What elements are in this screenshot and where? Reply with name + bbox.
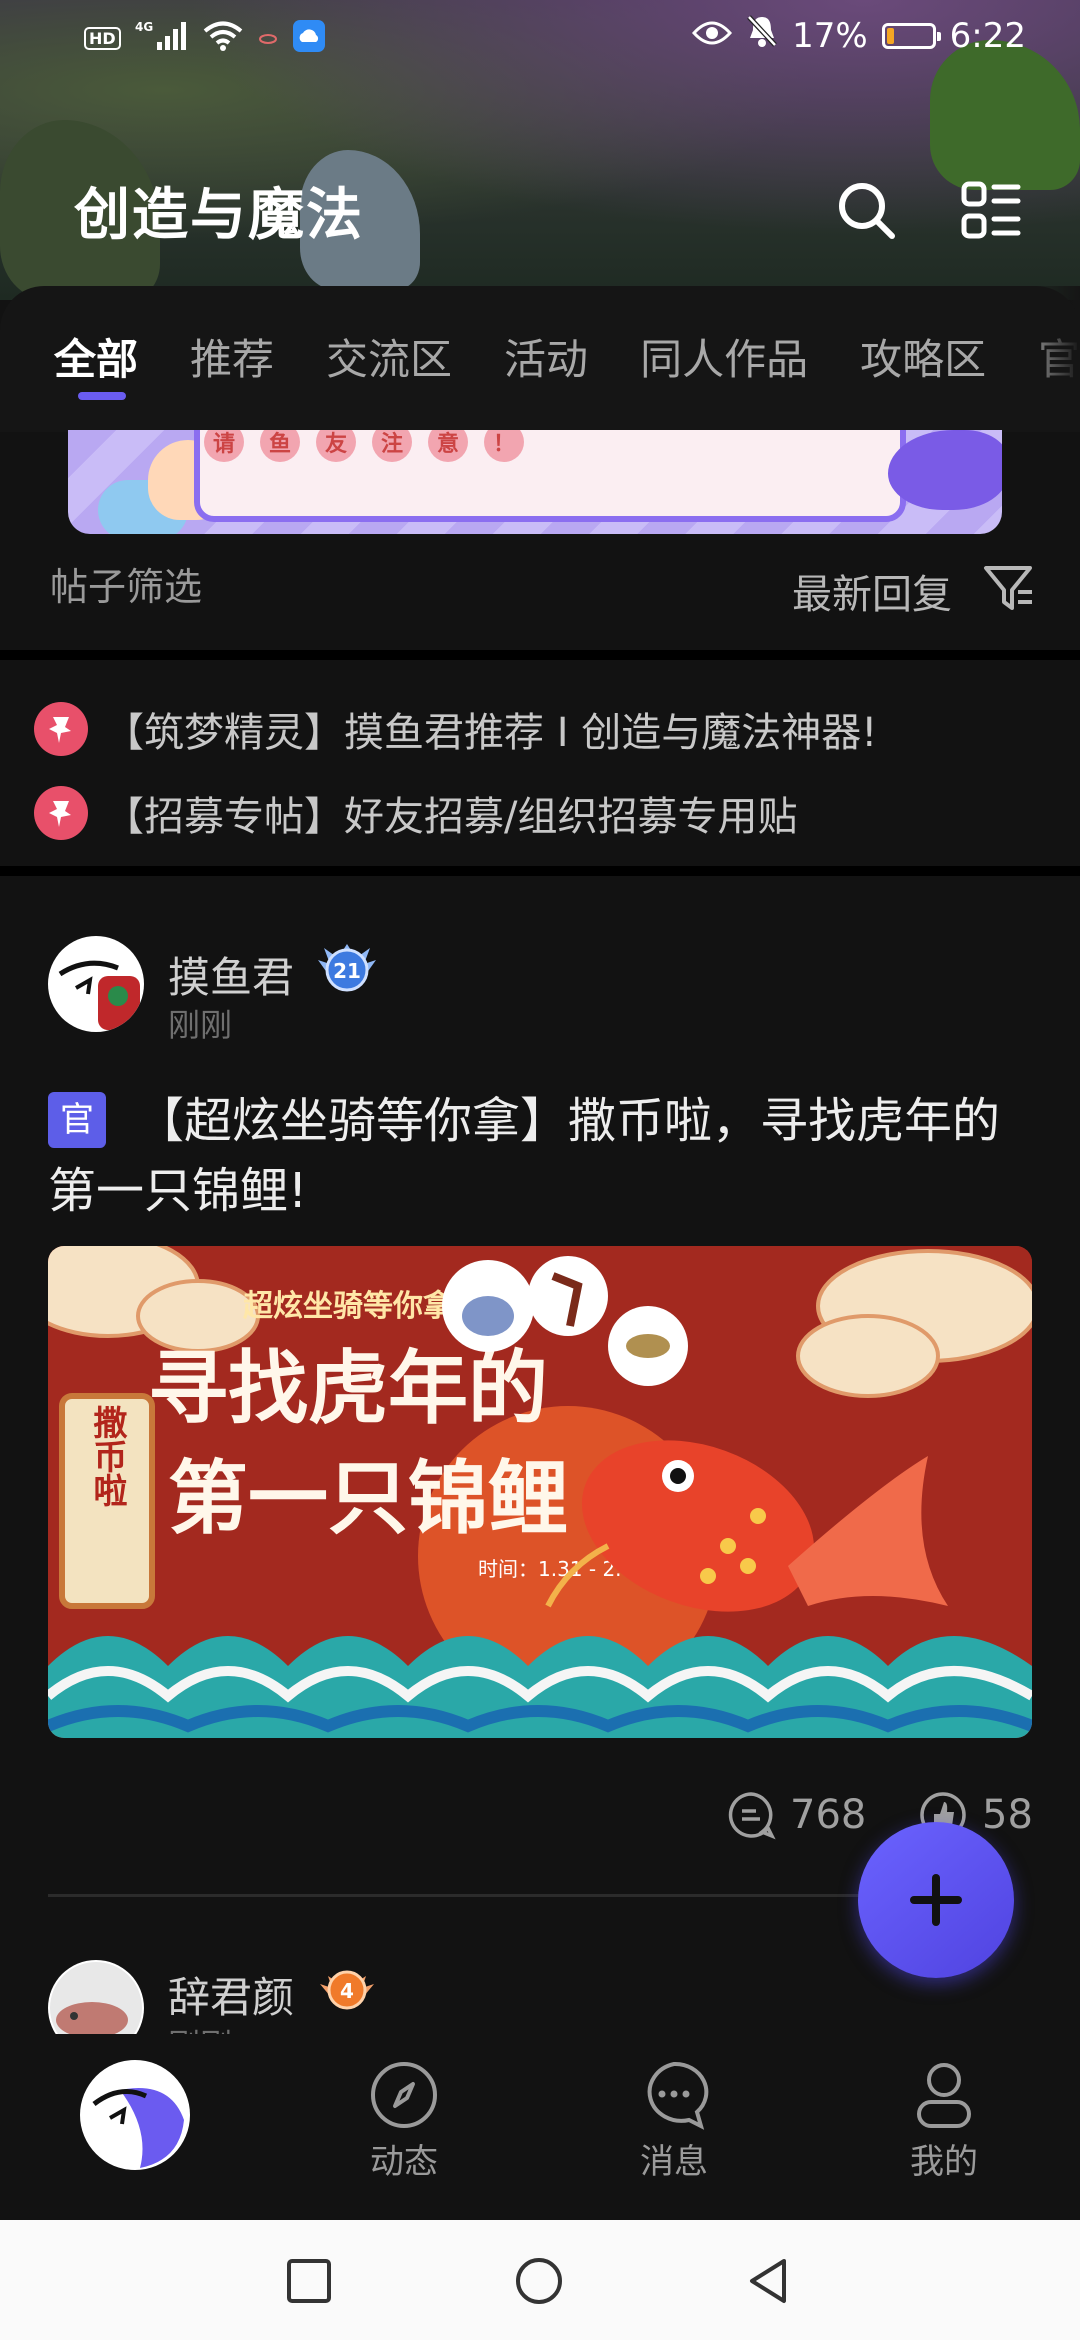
official-tag: 官 [48, 1092, 106, 1148]
compass-icon [371, 2062, 437, 2128]
post-filter-button[interactable]: 帖子筛选 [50, 556, 202, 611]
search-button[interactable] [834, 178, 900, 244]
section-divider [0, 866, 1080, 876]
battery-fill [886, 27, 894, 44]
search-icon [839, 183, 895, 239]
create-post-button[interactable] [858, 1822, 1014, 1978]
nav-profile[interactable]: 我的 [864, 2060, 1024, 2183]
level-badge: 4 [316, 1962, 374, 2012]
pinned-post-title: 【招募专帖】好友招募/组织招募专用贴 [104, 794, 798, 840]
post-title[interactable]: 官【超炫坐骑等你拿】撒币啦，寻找虎年的第一只锦鲤! [48, 1086, 1028, 1226]
comment-count[interactable]: 768 [726, 1790, 866, 1840]
tab-list: 全部 推荐 交流区 活动 同人作品 攻略区 官 [54, 326, 1080, 400]
home-button[interactable] [514, 2256, 564, 2306]
tab-recommended[interactable]: 推荐 [190, 326, 274, 387]
post-time: 刚刚 [168, 2020, 232, 2034]
back-triangle-icon [750, 2259, 786, 2303]
image-top-text: 超炫坐骑等你拿 [243, 1289, 453, 1324]
recents-button[interactable] [284, 2256, 334, 2306]
plus-icon [910, 1874, 962, 1926]
level-number: 4 [340, 1979, 354, 2003]
author-avatar[interactable] [48, 936, 144, 1032]
back-button[interactable] [744, 2256, 794, 2306]
battery-icon [881, 22, 941, 49]
home-avatar-button[interactable] [80, 2060, 190, 2170]
square-icon [287, 2259, 331, 2303]
pinned-post[interactable]: 【招募专帖】好友招募/组织招募专用贴 [34, 784, 797, 842]
person-icon [917, 2063, 971, 2128]
comment-icon [728, 1792, 776, 1840]
system-navigation-bar [0, 2220, 1080, 2340]
tab-all[interactable]: 全部 [54, 326, 138, 400]
status-bar: HD 4G 17% 6:22 [0, 0, 1080, 82]
clock: 6:22 [949, 15, 1026, 56]
grid-menu-icon [961, 181, 1021, 239]
nav-messages-label: 消息 [640, 2142, 708, 2182]
nav-feed-label: 动态 [370, 2142, 438, 2182]
nav-messages[interactable]: 消息 [594, 2060, 754, 2183]
menu-button[interactable] [958, 178, 1024, 244]
promo-banner[interactable]: 请 鱼 友 注 意 ！ [68, 430, 1002, 534]
pin-icon [34, 702, 88, 756]
mute-bell-icon [746, 14, 778, 57]
page-title: 创造与魔法 [74, 183, 364, 248]
banner-text: 请 鱼 友 注 意 ！ [204, 430, 524, 462]
tab-bar: 全部 推荐 交流区 活动 同人作品 攻略区 官 [0, 286, 1080, 432]
author-name[interactable]: 摸鱼君 [168, 944, 294, 1005]
tabs-fade [1020, 286, 1080, 432]
pinned-post-title: 【筑梦精灵】摸鱼君推荐 I 创造与魔法神器! [104, 710, 878, 756]
link-icon [257, 27, 279, 51]
pin-icon [34, 786, 88, 840]
post-time: 刚刚 [168, 1006, 233, 1044]
signal-icon: 4G [135, 20, 189, 57]
tab-guides[interactable]: 攻略区 [860, 326, 986, 387]
level-number: 21 [333, 959, 361, 983]
sort-option[interactable]: 最新回复 [792, 562, 952, 620]
author-name[interactable]: 辞君颜 [168, 1964, 294, 2025]
bottom-nav: 动态 消息 我的 [0, 2034, 1080, 2220]
cloud-icon [292, 20, 325, 57]
tab-events[interactable]: 活动 [504, 326, 588, 387]
pinned-post[interactable]: 【筑梦精灵】摸鱼君推荐 I 创造与魔法神器! [34, 700, 877, 758]
chat-bubble-icon [647, 2061, 709, 2130]
nav-profile-label: 我的 [910, 2142, 978, 2182]
tab-fan-works[interactable]: 同人作品 [640, 326, 808, 387]
comment-count-value: 768 [790, 1792, 867, 1838]
image-main-line1: 寻找虎年的 [148, 1342, 548, 1435]
scroll-text: 撒币啦 [87, 1405, 127, 1507]
section-divider [0, 650, 1080, 660]
level-badge: 21 [316, 940, 376, 992]
signal-label: 4G [135, 20, 153, 34]
author-avatar[interactable] [48, 1960, 144, 2034]
post-image[interactable]: 撒币啦 超炫坐骑等你拿 寻找虎年的 第一只锦鲤 时间：1.31 - 2.7 [48, 1246, 1032, 1738]
battery-percent: 17% [792, 15, 868, 56]
image-main-line2: 第一只锦鲤 [168, 1452, 568, 1545]
post-title-text: 【超炫坐骑等你拿】撒币啦，寻找虎年的第一只锦鲤! [48, 1093, 1001, 1219]
filter-icon[interactable] [980, 560, 1036, 616]
koi-event-illustration: 撒币啦 超炫坐骑等你拿 寻找虎年的 第一只锦鲤 时间：1.31 - 2.7 [48, 1246, 1032, 1738]
nav-feed[interactable]: 动态 [324, 2060, 484, 2183]
eye-icon [692, 16, 733, 56]
wifi-icon [203, 20, 243, 57]
circle-icon [516, 2258, 562, 2304]
hd-badge: HD [84, 27, 121, 50]
tab-discussion[interactable]: 交流区 [326, 326, 452, 387]
